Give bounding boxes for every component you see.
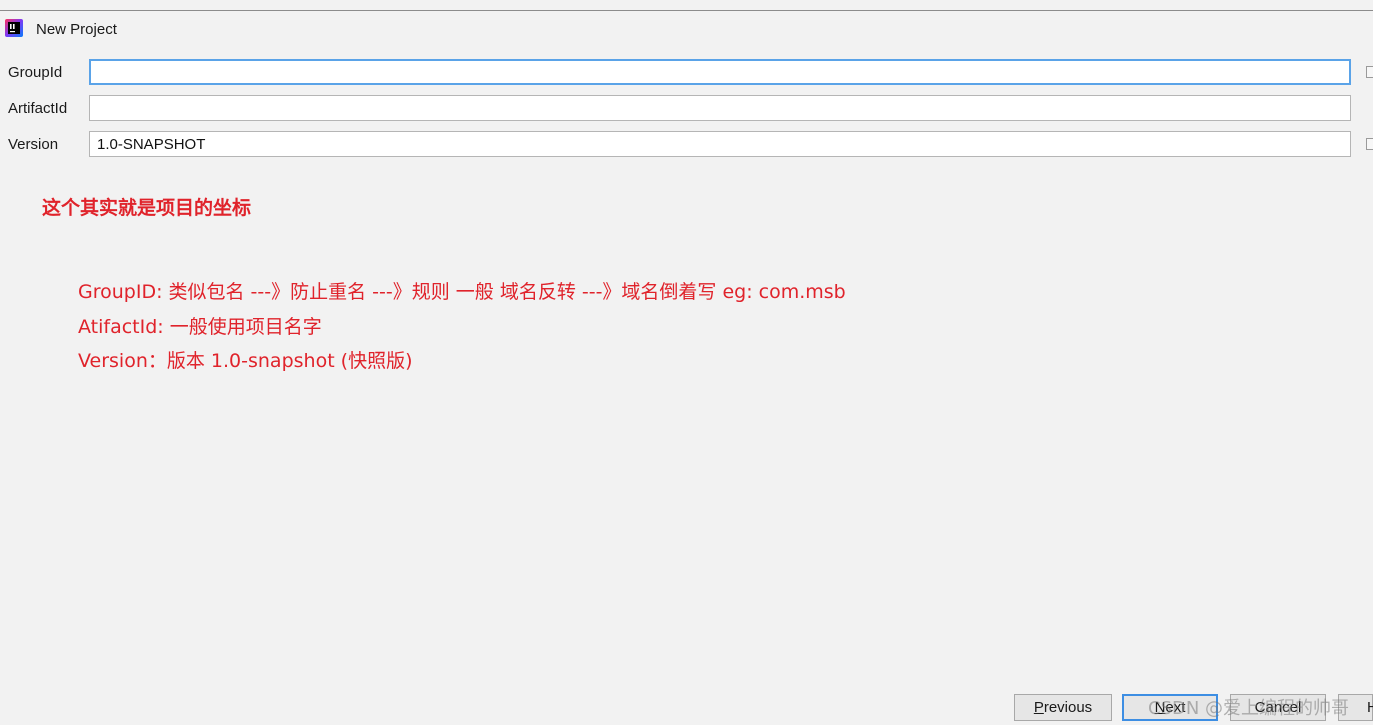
next-mnemonic: N [1154, 699, 1166, 716]
annotation-heading: 这个其实就是项目的坐标 [42, 197, 252, 219]
group-id-inherit-checkbox[interactable] [1366, 66, 1373, 78]
version-input[interactable] [89, 131, 1351, 157]
group-id-label: GroupId [8, 64, 63, 81]
cancel-button[interactable]: Cancel [1230, 694, 1326, 721]
group-id-row: GroupId [0, 59, 1373, 87]
artifact-id-row: ArtifactId [0, 95, 1373, 123]
intellij-idea-icon [5, 19, 23, 37]
previous-button[interactable]: Previous [1014, 694, 1112, 721]
artifact-id-input[interactable] [89, 95, 1351, 121]
annotation-line-groupid: GroupID: 类似包名 ---》防止重名 ---》规则 一般 域名反转 --… [78, 281, 846, 303]
annotation-line-artifactid: AtifactId: 一般使用项目名字 [78, 316, 322, 338]
version-inherit-checkbox[interactable] [1366, 138, 1373, 150]
previous-label-rest: revious [1043, 699, 1093, 716]
next-label-rest: ext [1165, 699, 1186, 716]
window-title: New Project [36, 21, 117, 38]
group-id-input[interactable] [89, 59, 1351, 85]
artifact-id-label: ArtifactId [8, 100, 68, 117]
next-button[interactable]: Next [1122, 694, 1218, 721]
annotation-line-version: Version：版本 1.0-snapshot (快照版) [78, 350, 413, 372]
version-row: Version [0, 131, 1373, 159]
help-button[interactable]: H [1338, 694, 1373, 721]
previous-mnemonic: P [1033, 699, 1044, 716]
new-project-dialog: New Project GroupId ArtifactId Version 这… [0, 0, 1373, 725]
version-label: Version [8, 136, 59, 153]
title-bar: New Project [0, 11, 1373, 49]
